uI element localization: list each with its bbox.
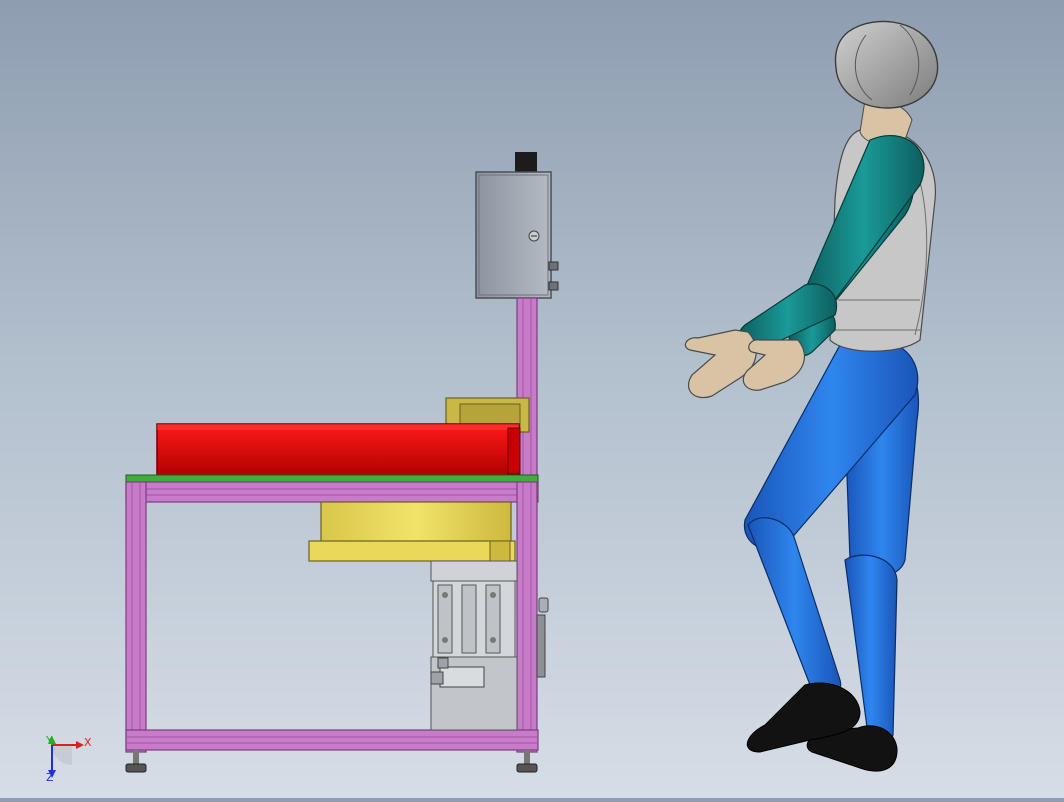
mannequin-head (834, 20, 939, 109)
cabinet-gland-icon (515, 152, 537, 174)
cad-3d-viewport[interactable]: X Y Z (0, 0, 1064, 798)
frame-top-rail (125, 481, 539, 503)
leveling-foot-right (516, 750, 538, 773)
fitting-icon (430, 671, 444, 685)
feeder-machine[interactable] (125, 152, 559, 773)
vibratory-bowl[interactable] (156, 423, 520, 477)
human-mannequin[interactable] (684, 20, 939, 772)
leveling-foot-left (125, 750, 147, 773)
cabinet-connector-icon (548, 261, 559, 271)
side-panel (536, 614, 546, 678)
feeder-base (320, 501, 512, 543)
panel-handle-icon (538, 597, 549, 613)
z-axis-label: Z (46, 771, 54, 784)
x-axis-label: X (84, 736, 92, 749)
frame-bottom-rail (125, 729, 539, 751)
frame-leg-right (516, 481, 538, 753)
control-cabinet[interactable] (475, 152, 559, 299)
pneumatic-cylinders (432, 580, 516, 658)
coordinate-triad: X Y Z (45, 734, 92, 784)
cabinet-connector-icon (548, 281, 559, 291)
frame-leg-left (125, 481, 147, 753)
mount-bracket (430, 560, 518, 582)
mannequin-front-shin (747, 517, 842, 699)
mannequin-front-hand (684, 329, 757, 399)
table-top (125, 474, 539, 483)
feeder-base-plate (308, 540, 516, 562)
y-axis-label: Y (45, 734, 53, 747)
